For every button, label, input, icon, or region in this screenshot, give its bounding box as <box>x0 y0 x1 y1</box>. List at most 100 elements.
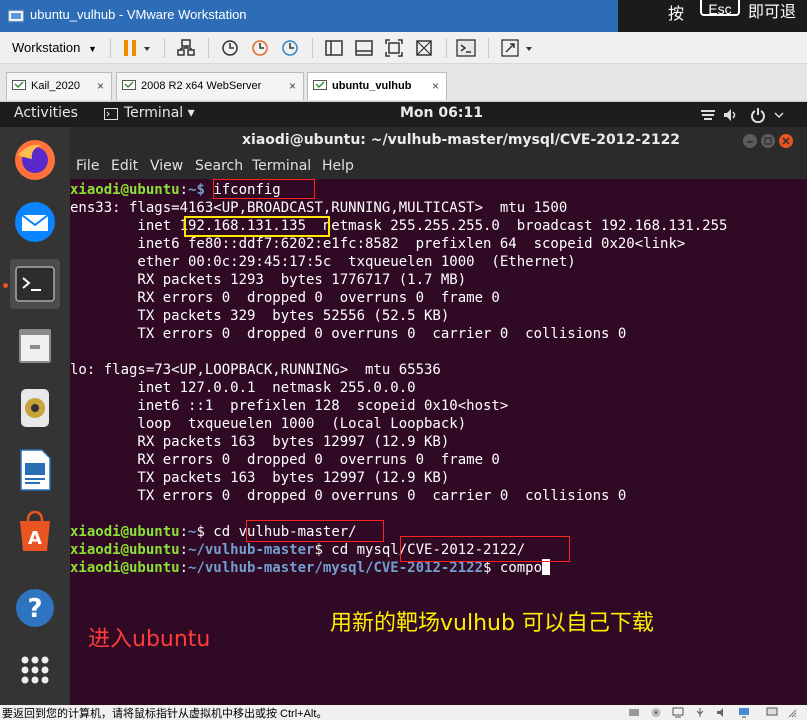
network-adapter-icon[interactable] <box>672 707 684 718</box>
terminal-line: inet 192.168.131.135 netmask 255.255.255… <box>70 218 728 234</box>
terminal-app-menu[interactable]: Terminal ▾ <box>124 105 195 121</box>
terminal-line: inet6 fe80::ddf7:6202:e1fc:8582 prefixle… <box>70 236 686 252</box>
tab-ubuntu-vulhub[interactable]: ubuntu_vulhub × <box>307 72 447 100</box>
hdd-icon[interactable] <box>628 707 640 718</box>
terminal-line: loop txqueuelen 1000 (Local Loopback) <box>70 416 467 432</box>
sound-card-icon[interactable] <box>716 707 728 718</box>
minimize-button[interactable] <box>743 134 757 148</box>
vm-icon <box>122 80 136 90</box>
menu-file[interactable]: File <box>76 158 99 174</box>
maximize-button[interactable] <box>761 134 775 148</box>
highlight-ifconfig <box>213 179 315 199</box>
rhythmbox-icon[interactable] <box>10 383 60 433</box>
menu-help[interactable]: Help <box>322 158 354 174</box>
vmware-app-icon <box>8 10 24 22</box>
display-icon[interactable] <box>738 707 750 718</box>
vmware-title-bar: ubuntu_vulhub - VMware Workstation 按 Esc… <box>0 0 807 32</box>
chevron-down-icon: ▼ <box>88 44 97 54</box>
toolbar-divider <box>110 38 111 58</box>
terminal-menu-bar: File Edit View Search Terminal Help <box>70 155 807 179</box>
show-applications-icon[interactable] <box>10 645 60 695</box>
vm-icon <box>12 80 26 90</box>
files-icon[interactable] <box>10 321 60 371</box>
esc-hint-left: 按 <box>668 4 685 23</box>
snapshot-manager-icon[interactable] <box>280 38 300 58</box>
close-icon[interactable]: × <box>289 79 296 93</box>
tab-label: Kail_2020 <box>31 80 80 92</box>
volume-icon[interactable] <box>722 107 738 123</box>
active-app-indicator <box>3 283 8 288</box>
vmware-toolbar: Workstation ▼ <box>0 32 807 64</box>
esc-hint-overlay: 按 Esc 即可退 <box>618 0 807 32</box>
terminal-app-icon <box>104 108 118 120</box>
fullscreen-icon[interactable] <box>384 38 404 58</box>
toolbar-divider <box>446 38 447 58</box>
vm-tabs-bar: Kail_2020 × 2008 R2 x64 WebServer × ubun… <box>0 64 807 102</box>
terminal-line: RX errors 0 dropped 0 overruns 0 frame 0 <box>70 452 500 468</box>
libreoffice-writer-icon[interactable] <box>10 445 60 495</box>
pause-icon[interactable] <box>120 38 140 58</box>
menu-terminal[interactable]: Terminal <box>252 158 311 174</box>
terminal-line: RX packets 1293 bytes 1776717 (1.7 MB) <box>70 272 467 288</box>
firefox-icon[interactable] <box>10 135 60 185</box>
revert-snapshot-icon[interactable] <box>250 38 270 58</box>
highlight-cd-cve <box>400 536 570 562</box>
terminal-output[interactable]: xiaodi@ubuntu:~$ ifconfig ens33: flags=4… <box>70 179 807 705</box>
menu-edit[interactable]: Edit <box>111 158 138 174</box>
close-icon[interactable]: × <box>432 79 439 93</box>
unity-mode-icon[interactable] <box>414 38 434 58</box>
stretch-guest-icon[interactable] <box>500 38 520 58</box>
terminal-line: TX packets 163 bytes 12997 (12.9 KB) <box>70 470 450 486</box>
sidebar-view-icon[interactable] <box>324 38 344 58</box>
thunderbird-icon[interactable] <box>10 197 60 247</box>
toolbar-divider <box>208 38 209 58</box>
close-icon[interactable]: × <box>97 79 104 93</box>
network-status-icon[interactable] <box>700 107 716 123</box>
dock-terminal-item[interactable] <box>10 259 60 309</box>
esc-key-badge: Esc <box>700 0 740 17</box>
tab-kail-2020[interactable]: Kail_2020 × <box>6 72 112 100</box>
snapshot-icon[interactable] <box>220 38 240 58</box>
terminal-line: ens33: flags=4163<UP,BROADCAST,RUNNING,M… <box>70 200 568 216</box>
close-button[interactable] <box>779 134 793 148</box>
network-icon[interactable] <box>176 38 196 58</box>
terminal-line: inet 127.0.0.1 netmask 255.0.0.0 <box>70 380 416 396</box>
message-icon[interactable] <box>766 707 778 718</box>
toolbar-divider <box>164 38 165 58</box>
help-icon[interactable]: ? <box>10 583 60 633</box>
window-title: ubuntu_vulhub - VMware Workstation <box>30 7 247 22</box>
terminal-line: lo: flags=73<UP,LOOPBACK,RUNNING> mtu 65… <box>70 362 441 378</box>
console-view-icon[interactable] <box>456 38 476 58</box>
resize-grip-icon[interactable] <box>786 707 798 718</box>
cdrom-icon[interactable] <box>650 707 662 718</box>
ubuntu-top-bar: Activities Terminal ▾ Mon 06:11 <box>0 102 807 127</box>
tab-label: ubuntu_vulhub <box>332 80 412 92</box>
highlight-ip-address <box>184 216 330 237</box>
pause-dropdown-icon[interactable] <box>142 38 152 58</box>
terminal-line: RX packets 163 bytes 12997 (12.9 KB) <box>70 434 450 450</box>
ubuntu-software-icon[interactable]: A <box>10 507 60 557</box>
usb-icon[interactable] <box>694 707 706 718</box>
stretch-dropdown-icon[interactable] <box>524 38 534 58</box>
terminal-icon <box>15 266 55 302</box>
svg-text:?: ? <box>27 594 42 624</box>
single-view-icon[interactable] <box>354 38 374 58</box>
tab-2008-r2-webserver[interactable]: 2008 R2 x64 WebServer × <box>116 72 304 100</box>
vm-icon <box>313 80 327 90</box>
menu-search[interactable]: Search <box>195 158 243 174</box>
activities-button[interactable]: Activities <box>14 105 78 121</box>
workstation-menu-button[interactable]: Workstation ▼ <box>6 36 103 60</box>
vmware-status-bar: 要返回到您的计算机，请将鼠标指针从虚拟机中移出或按 Ctrl+Alt。 <box>0 705 807 720</box>
terminal-line: ether 00:0c:29:45:17:5c txqueuelen 1000 … <box>70 254 576 270</box>
clock[interactable]: Mon 06:11 <box>400 105 483 121</box>
terminal-line: TX packets 329 bytes 52556 (52.5 KB) <box>70 308 450 324</box>
esc-hint-right: 即可退 <box>748 2 797 21</box>
toolbar-divider <box>488 38 489 58</box>
terminal-header-bar: xiaodi@ubuntu: ~/vulhub-master/mysql/CVE… <box>70 127 807 155</box>
power-icon[interactable] <box>750 107 766 123</box>
annotation-new-range: 用新的靶场vulhub 可以自己下载 <box>330 611 654 636</box>
chevron-down-icon[interactable] <box>774 107 784 123</box>
terminal-line: TX errors 0 dropped 0 overruns 0 carrier… <box>70 326 627 342</box>
menu-view[interactable]: View <box>150 158 183 174</box>
highlight-cd-vulhub <box>246 520 384 542</box>
